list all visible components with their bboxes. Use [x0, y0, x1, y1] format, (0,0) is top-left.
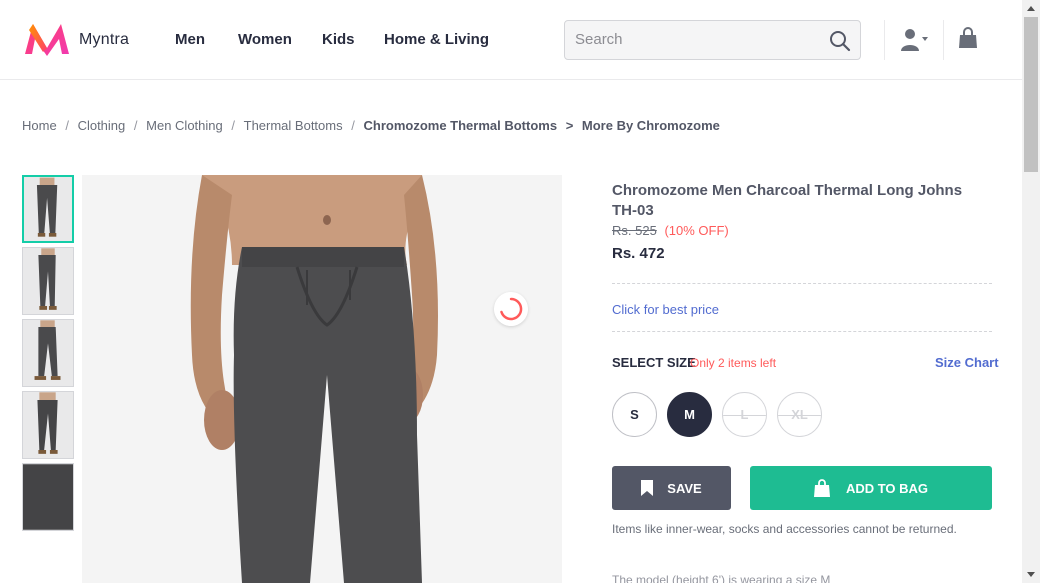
- breadcrumb-clothing[interactable]: Clothing: [78, 118, 126, 133]
- breadcrumb-current: Chromozome Thermal Bottoms: [363, 118, 558, 133]
- breadcrumb-separator: /: [65, 118, 69, 133]
- thumbnail-image: [23, 464, 73, 530]
- breadcrumb-separator: /: [133, 118, 138, 133]
- scrollbar-thumb[interactable]: [1024, 17, 1038, 172]
- breadcrumb-arrow: >: [565, 118, 574, 133]
- search-placeholder: Search: [575, 31, 623, 48]
- gallery-thumbnail[interactable]: [22, 247, 74, 315]
- header-divider: [884, 20, 885, 60]
- page-scrollbar[interactable]: [1022, 0, 1040, 583]
- save-button[interactable]: SAVE: [612, 466, 731, 510]
- search-input[interactable]: Search: [564, 20, 861, 60]
- size-chart-link[interactable]: Size Chart: [935, 355, 999, 370]
- select-size-label: SELECT SIZE: [612, 355, 696, 370]
- myntra-logo[interactable]: [23, 22, 71, 56]
- size-button-l: L: [722, 392, 767, 437]
- spinner-icon: [494, 292, 528, 326]
- add-to-bag-label: ADD TO BAG: [845, 480, 929, 496]
- scroll-up-arrow-icon[interactable]: [1027, 6, 1035, 11]
- brand-name[interactable]: Myntra: [79, 31, 129, 49]
- thumbnail-image: [23, 248, 73, 314]
- nav-men[interactable]: Men: [175, 31, 205, 48]
- return-policy-note: Items like inner-wear, socks and accesso…: [612, 522, 957, 536]
- breadcrumb-men-clothing[interactable]: Men Clothing: [146, 118, 223, 133]
- breadcrumb-separator: /: [351, 118, 355, 133]
- thumbnail-image: [23, 320, 73, 386]
- breadcrumb-more-by-brand[interactable]: More By Chromozome: [582, 118, 720, 133]
- breadcrumb-home[interactable]: Home: [22, 118, 57, 133]
- nav-kids[interactable]: Kids: [322, 31, 355, 48]
- add-to-bag-button[interactable]: ADD TO BAG: [750, 466, 992, 510]
- thumbnail-image: [24, 177, 72, 241]
- gallery-thumbnail[interactable]: [22, 319, 74, 387]
- gallery-thumbnail[interactable]: [22, 391, 74, 459]
- product-main-image[interactable]: [82, 175, 562, 583]
- shopping-bag-icon[interactable]: [958, 27, 978, 49]
- nav-women[interactable]: Women: [238, 31, 292, 48]
- search-icon[interactable]: [828, 29, 852, 53]
- stock-note: Only 2 items left: [690, 356, 777, 370]
- gallery-thumbnail[interactable]: [22, 175, 74, 243]
- site-header: Myntra Men Women Kids Home & Living Sear…: [0, 0, 1022, 80]
- bag-icon: [813, 479, 830, 497]
- selling-price: Rs. 472: [612, 245, 665, 262]
- discount-badge: (10% OFF): [664, 223, 729, 238]
- scroll-down-arrow-icon[interactable]: [1027, 572, 1035, 577]
- size-button-m[interactable]: M: [667, 392, 712, 437]
- header-divider: [943, 20, 944, 60]
- nav-home-living[interactable]: Home & Living: [384, 31, 489, 48]
- size-button-s[interactable]: S: [612, 392, 657, 437]
- model-size-note: The model (height 6') is wearing a size …: [612, 573, 831, 583]
- mrp-price: Rs. 525: [612, 223, 657, 238]
- user-icon[interactable]: [900, 28, 932, 52]
- bookmark-icon: [641, 480, 654, 496]
- best-price-link[interactable]: Click for best price: [612, 302, 719, 317]
- breadcrumb: Home / Clothing / Men Clothing / Thermal…: [22, 118, 720, 133]
- product-title: Chromozome Men Charcoal Thermal Long Joh…: [612, 182, 963, 219]
- gallery-thumbnail[interactable]: [22, 463, 74, 531]
- price-row: Rs. 525 (10% OFF): [612, 223, 729, 238]
- size-button-xl: XL: [777, 392, 822, 437]
- section-divider: [612, 283, 992, 284]
- breadcrumb-thermal-bottoms[interactable]: Thermal Bottoms: [244, 118, 343, 133]
- save-button-label: SAVE: [667, 480, 702, 496]
- breadcrumb-separator: /: [231, 118, 235, 133]
- thumbnail-image: [23, 392, 73, 458]
- product-photo: [82, 175, 562, 583]
- section-divider: [612, 331, 992, 332]
